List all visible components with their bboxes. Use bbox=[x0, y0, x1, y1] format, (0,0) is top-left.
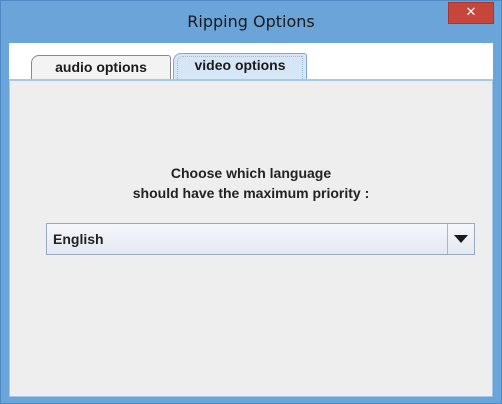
close-icon: ✕ bbox=[465, 5, 477, 20]
window-title: Ripping Options bbox=[187, 12, 315, 31]
language-select[interactable]: English bbox=[46, 223, 475, 255]
tab-audio-options[interactable]: audio options bbox=[31, 55, 171, 79]
language-select-value: English bbox=[53, 231, 104, 247]
tab-video-options[interactable]: video options bbox=[173, 53, 307, 79]
title-bar[interactable]: Ripping Options ✕ bbox=[1, 1, 501, 43]
window-client-area: audio options video options Choose which… bbox=[9, 43, 493, 397]
chevron-down-icon bbox=[454, 235, 468, 243]
tab-strip: audio options video options bbox=[9, 43, 493, 79]
ripping-options-window: Ripping Options ✕ audio options video op… bbox=[0, 0, 502, 404]
tab-focus-outline bbox=[177, 56, 303, 79]
tab-audio-options-label: audio options bbox=[55, 59, 147, 75]
language-priority-prompt: Choose which language should have the ma… bbox=[10, 163, 492, 203]
dropdown-button[interactable] bbox=[447, 224, 474, 254]
prompt-line-1: Choose which language bbox=[170, 165, 332, 181]
prompt-line-2: should have the maximum priority : bbox=[132, 185, 370, 201]
video-options-panel: Choose which language should have the ma… bbox=[9, 79, 493, 397]
close-button[interactable]: ✕ bbox=[448, 2, 494, 24]
